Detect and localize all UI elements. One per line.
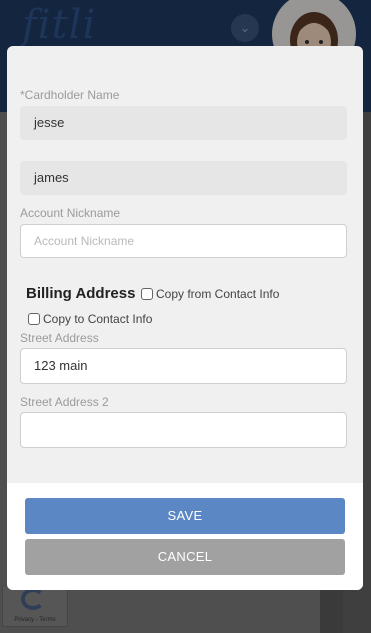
cancel-button[interactable]: CANCEL <box>25 539 345 575</box>
cardholder-name-label: *Cardholder Name <box>20 88 120 102</box>
last-name-field[interactable]: james <box>20 161 347 195</box>
street-address-2-label: Street Address 2 <box>20 395 109 409</box>
copy-from-contact-checkbox[interactable]: Copy from Contact Info <box>141 287 279 301</box>
checkbox-icon[interactable] <box>141 288 153 300</box>
copy-from-contact-label[interactable]: Copy from Contact Info <box>156 287 279 301</box>
first-name-field[interactable]: jesse <box>20 106 347 140</box>
street-address-2-field[interactable] <box>20 412 347 448</box>
modal-body: *Cardholder Name jesse james Account Nic… <box>7 46 363 483</box>
checkbox-icon[interactable] <box>28 313 40 325</box>
modal-footer: SAVE CANCEL <box>7 483 363 590</box>
save-button[interactable]: SAVE <box>25 498 345 534</box>
billing-address-title: Billing Address <box>26 285 136 302</box>
account-nickname-label: Account Nickname <box>20 206 121 220</box>
copy-to-contact-label[interactable]: Copy to Contact Info <box>43 312 152 326</box>
copy-to-contact-checkbox[interactable]: Copy to Contact Info <box>28 312 152 326</box>
account-nickname-field[interactable]: Account Nickname <box>20 224 347 258</box>
street-address-label: Street Address <box>20 331 99 345</box>
street-address-field[interactable]: 123 main <box>20 348 347 384</box>
payment-method-modal: *Cardholder Name jesse james Account Nic… <box>7 46 363 590</box>
